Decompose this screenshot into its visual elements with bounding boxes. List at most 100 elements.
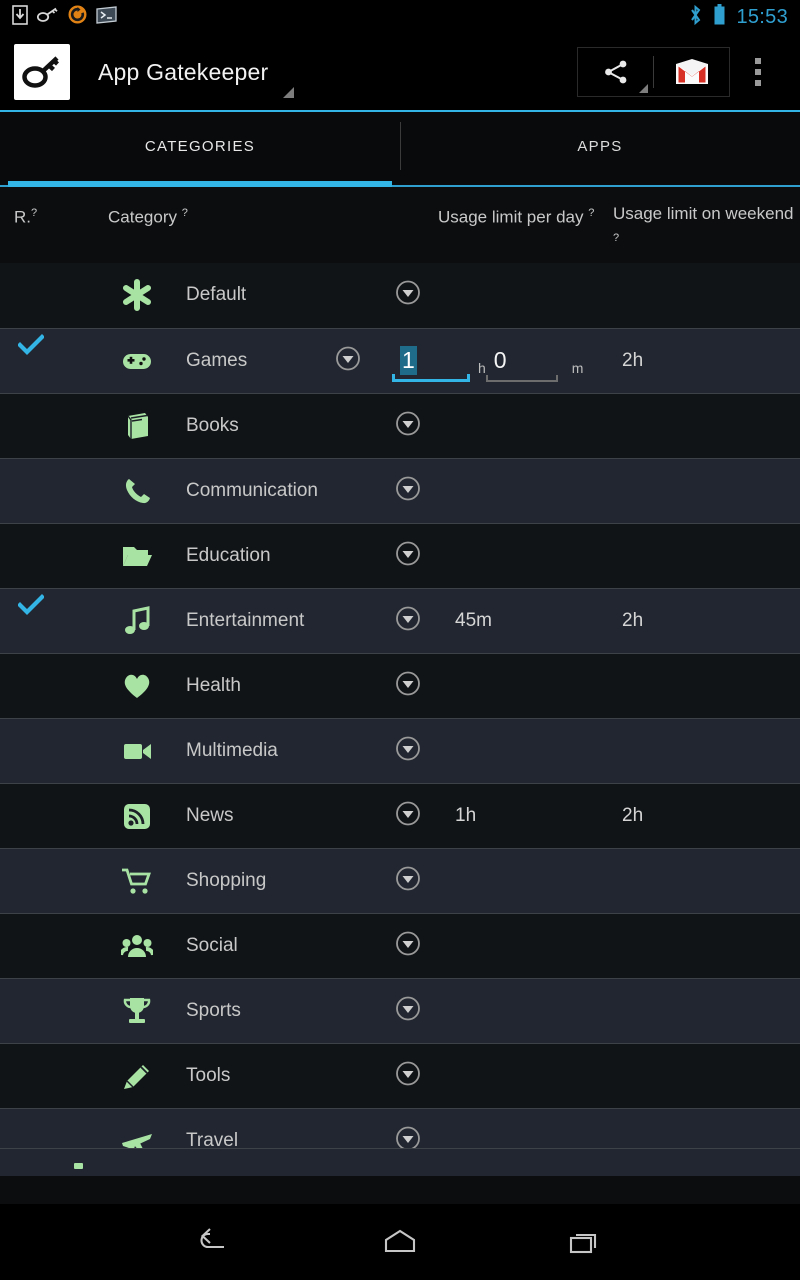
tab-apps[interactable]: APPS [400,112,800,180]
usage-limit-day-value[interactable]: 1h [455,805,476,827]
minutes-unit-label: m [571,359,584,376]
check-icon[interactable] [17,594,45,621]
chevron-down-circle-icon[interactable] [335,345,361,376]
category-name: Games [186,349,248,371]
chevron-down-circle-icon[interactable] [395,1060,421,1091]
chevron-down-circle-icon[interactable] [395,930,421,961]
battery-icon [713,3,726,31]
category-name: Default [186,284,247,306]
tab-bar: CATEGORIES APPS [0,112,800,180]
table-row[interactable]: Social [0,912,800,978]
row-reminder-cell[interactable] [0,848,108,913]
table-row[interactable]: Default [0,262,800,328]
table-row[interactable]: Multimedia [0,717,800,783]
header-category-help-icon[interactable]: ? [182,207,188,219]
list-item-partial[interactable] [0,1147,800,1176]
overflow-menu-icon[interactable] [730,58,786,86]
row-reminder-cell[interactable] [0,588,108,653]
header-usage-weekend-label: Usage limit on weekend [613,204,794,223]
app-title-spinner[interactable]: App Gatekeeper [70,59,295,98]
table-row[interactable]: Education [0,522,800,588]
status-bar-left-icons [12,4,117,30]
table-row[interactable]: Entertainment 45m 2h [0,587,800,653]
book-icon [108,410,166,442]
row-reminder-cell[interactable] [0,913,108,978]
app-key-logo-icon[interactable] [14,44,70,100]
recents-icon[interactable] [550,1217,620,1267]
row-reminder-cell[interactable] [0,978,108,1043]
table-row[interactable]: Books [0,392,800,458]
back-icon[interactable] [180,1217,250,1267]
header-usage-weekend[interactable]: Usage limit on weekend ? [613,201,800,255]
share-more-triangle-icon [639,84,648,93]
usage-limit-weekend-value[interactable]: 2h [622,350,643,372]
chevron-down-circle-icon[interactable] [395,800,421,831]
row-reminder-cell[interactable] [0,1043,108,1108]
share-button[interactable] [578,48,653,96]
header-usage-weekend-help-icon[interactable]: ? [613,232,619,244]
table-row[interactable]: Games 1 h 0 m 2h [0,327,800,393]
category-name: Communication [186,479,318,501]
chevron-down-circle-icon[interactable] [395,865,421,896]
terminal-icon [96,5,117,29]
gmail-button[interactable] [654,48,729,96]
usage-limit-weekend-value[interactable]: 2h [622,805,643,827]
chevron-down-circle-icon[interactable] [395,540,421,571]
usage-limit-day-value[interactable]: 45m [455,610,492,632]
people-group-icon [108,930,166,962]
usage-limit-weekend-value[interactable]: 2h [622,610,643,632]
status-bar: 15:53 [0,0,800,34]
hours-input[interactable]: 1 [392,340,470,382]
trophy-icon [108,995,166,1027]
bluetooth-icon [688,4,703,31]
tab-divider [400,122,401,170]
header-category[interactable]: Category ? [108,201,438,255]
row-reminder-cell[interactable] [0,328,108,393]
row-reminder-cell[interactable] [0,263,108,328]
table-row[interactable]: Sports [0,977,800,1043]
tab-indicator-line [0,180,800,187]
table-row[interactable]: Health [0,652,800,718]
check-icon[interactable] [17,334,45,361]
row-reminder-cell[interactable] [0,783,108,848]
minutes-input[interactable]: 0 [485,340,558,382]
download-icon [12,4,28,30]
category-list[interactable]: Default Games 1 h 0 m 2h Books Communication Educ… [0,262,800,1176]
header-usage-day[interactable]: Usage limit per day ? [438,201,613,255]
category-name: Tools [186,1064,231,1086]
row-reminder-cell[interactable] [0,718,108,783]
home-icon[interactable] [365,1217,435,1267]
navigation-bar [0,1204,800,1280]
header-reminder-help-icon[interactable]: ? [31,207,37,219]
chevron-down-circle-icon[interactable] [395,995,421,1026]
category-name: Entertainment [186,609,305,631]
chevron-down-circle-icon[interactable] [395,670,421,701]
category-name: Health [186,674,241,696]
row-reminder-cell[interactable] [0,393,108,458]
row-reminder-cell[interactable] [0,523,108,588]
chevron-down-circle-icon[interactable] [395,605,421,636]
row-reminder-cell[interactable] [0,458,108,523]
chevron-down-circle-icon[interactable] [395,735,421,766]
category-name: Social [186,934,238,956]
chevron-down-circle-icon[interactable] [395,475,421,506]
header-category-label: Category [108,207,177,227]
table-row[interactable]: Tools [0,1042,800,1108]
vpn-key-icon [36,6,59,29]
header-usage-day-label: Usage limit per day [438,207,584,227]
tab-categories[interactable]: CATEGORIES [0,112,400,180]
header-reminder[interactable]: R.? [0,201,108,255]
chevron-down-circle-icon[interactable] [395,410,421,441]
action-bar: App Gatekeeper [0,34,800,110]
header-usage-day-help-icon[interactable]: ? [588,207,594,219]
row-reminder-cell[interactable] [0,653,108,718]
minutes-underline [485,374,558,382]
category-name: Books [186,414,239,436]
usage-limit-editor[interactable]: 1 h0 m [392,340,583,382]
chevron-down-circle-icon[interactable] [395,280,421,311]
phone-icon [108,475,166,507]
table-row[interactable]: Communication [0,457,800,523]
table-row[interactable]: News 1h 2h [0,782,800,848]
share-action-group [577,47,730,97]
table-row[interactable]: Shopping [0,847,800,913]
